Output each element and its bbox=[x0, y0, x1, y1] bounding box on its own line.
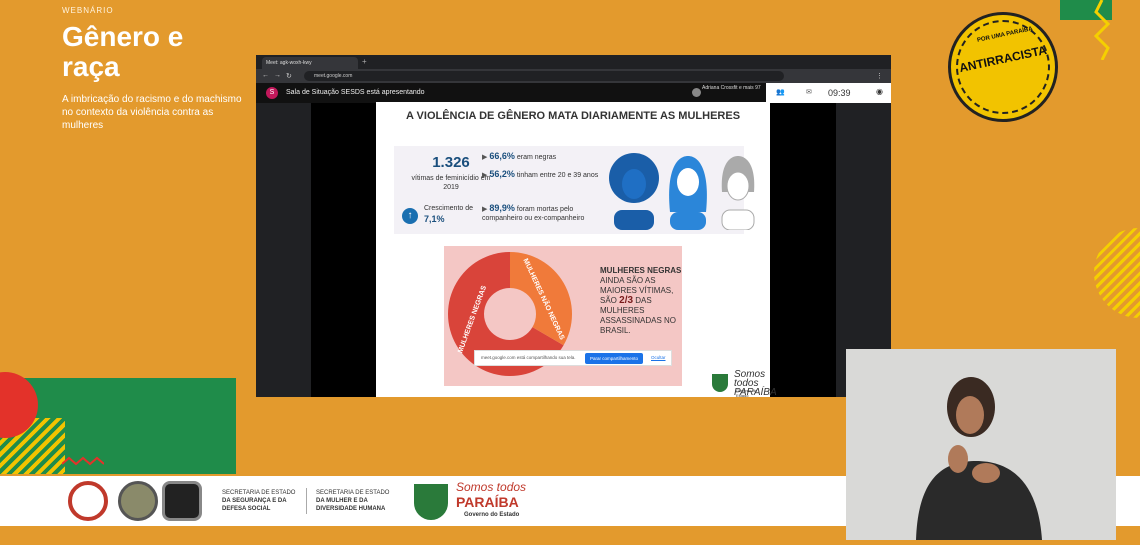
share-notice-text: meet.google.com está compartilhando sua … bbox=[481, 355, 576, 360]
screen-share-notice: meet.google.com está compartilhando sua … bbox=[474, 350, 672, 366]
civil-police-seal-icon bbox=[162, 481, 202, 521]
chart-caption-fraction: 2/3 bbox=[619, 295, 634, 306]
secretariat-security: SECRETARIA DE ESTADO DA SEGURANÇA E DA D… bbox=[222, 489, 295, 513]
browser-tab[interactable]: Meet: agk-woxh-kwy bbox=[262, 57, 358, 69]
stat-item: ▶ 89,9% foram mortas pelo companheiro ou … bbox=[482, 204, 612, 223]
tab-bar: Meet: agk-woxh-kwy + bbox=[256, 55, 891, 69]
woman-grey-icon bbox=[721, 156, 755, 230]
stat-value: 89,9% bbox=[489, 203, 515, 213]
stat-text: tinham entre 20 e 39 anos bbox=[516, 172, 599, 179]
state-crest-icon bbox=[414, 484, 448, 520]
meet-presenting-bar: S Sala de Situação SESDS está apresentan… bbox=[256, 83, 891, 103]
woman-long-hair-icon bbox=[669, 156, 707, 230]
secretariat-label: SECRETARIA DE ESTADO bbox=[316, 490, 390, 496]
menu-icon[interactable]: ⋮ bbox=[876, 72, 883, 80]
gov-name: PARAÍBA bbox=[456, 494, 519, 510]
chat-icon[interactable]: ✉ bbox=[806, 88, 812, 96]
secretariat-label: SECRETARIA DE ESTADO bbox=[222, 490, 296, 496]
event-category: WEBNÁRIO bbox=[62, 6, 114, 15]
participant-avatar bbox=[692, 88, 701, 97]
presentation-slide: A VIOLÊNCIA DE GÊNERO MATA DIARIAMENTE A… bbox=[376, 102, 777, 398]
gov-script: Somos todos bbox=[456, 480, 527, 494]
arrow-up-icon: ↑ bbox=[402, 208, 418, 224]
address-toolbar: ← → ↻ meet.google.com ⋮ bbox=[256, 69, 891, 83]
secretariat-name: DEFESA SOCIAL bbox=[222, 506, 271, 512]
avatar: S bbox=[266, 87, 278, 99]
secretariat-name: DA MULHER E DA bbox=[316, 498, 368, 504]
stat-value: 66,6% bbox=[489, 151, 515, 161]
chart-caption: MULHERES NEGRAS AINDA SÃO AS MAIORES VÍT… bbox=[600, 266, 682, 336]
stat-text: eram negras bbox=[516, 154, 557, 161]
hide-notice-link[interactable]: Ocultar bbox=[651, 355, 666, 360]
decor-yellow-zigzag bbox=[1093, 0, 1111, 60]
interpreter-figure bbox=[846, 349, 1116, 540]
call-timer: 09:39 bbox=[828, 88, 851, 98]
growth-label: Crescimento de bbox=[424, 205, 474, 212]
stop-sharing-button[interactable]: Parar compartilhamento bbox=[585, 353, 643, 364]
reload-icon[interactable]: ↻ bbox=[286, 72, 292, 80]
event-title: Gênero e raça bbox=[62, 21, 184, 82]
victims-count: 1.326 bbox=[432, 154, 470, 171]
divider bbox=[306, 488, 307, 514]
police-seal-icon bbox=[118, 481, 158, 521]
play-triangle-icon: ▶ bbox=[482, 172, 488, 179]
stat-value: 56,2% bbox=[489, 169, 515, 179]
stat-item: ▶ 56,2% tinham entre 20 e 39 anos bbox=[482, 170, 612, 180]
presenting-status: Sala de Situação SESDS está apresentando bbox=[286, 89, 425, 96]
chart-caption-highlight: MULHERES NEGRAS bbox=[600, 266, 682, 275]
play-triangle-icon: ▶ bbox=[482, 206, 488, 213]
stats-panel: 1.326 vítimas de feminicídio em 2019 ↑ C… bbox=[394, 146, 755, 234]
gov-sub: Governo do Estado bbox=[464, 512, 520, 518]
secretariat-women: SECRETARIA DE ESTADO DA MULHER E DA DIVE… bbox=[316, 489, 389, 513]
secretariat-name: DA SEGURANÇA E DA bbox=[222, 498, 287, 504]
meet-controls: 👥 ✉ 09:39 ◉ bbox=[766, 83, 891, 103]
decor-zigzag bbox=[62, 456, 104, 466]
stat-item: ▶ 66,6% eram negras bbox=[482, 152, 612, 162]
event-subtitle: A imbricação do racismo e do machismo no… bbox=[62, 94, 242, 131]
account-icon[interactable]: ◉ bbox=[876, 87, 883, 96]
participant-label: Adriana Crossfit e mais 97 bbox=[702, 85, 761, 91]
fire-department-seal-icon bbox=[68, 481, 108, 521]
back-icon[interactable]: ← bbox=[262, 72, 269, 79]
url-input[interactable]: meet.google.com bbox=[304, 71, 784, 81]
play-triangle-icon: ▶ bbox=[482, 154, 488, 161]
decor-yellow-stripes bbox=[1094, 228, 1140, 318]
forward-icon[interactable]: → bbox=[274, 72, 281, 79]
state-crest-icon bbox=[712, 374, 728, 392]
woman-afro-icon bbox=[609, 153, 659, 230]
growth-value: 7,1% bbox=[424, 214, 445, 224]
people-icon[interactable]: 👥 bbox=[776, 88, 785, 96]
secretariat-name: DIVERSIDADE HUMANA bbox=[316, 506, 386, 512]
growth-stat: Crescimento de 7,1% bbox=[424, 204, 473, 226]
new-tab-icon[interactable]: + bbox=[362, 57, 367, 66]
slide-title: A VIOLÊNCIA DE GÊNERO MATA DIARIAMENTE A… bbox=[405, 110, 741, 122]
slide-logo-sub: Governo do Estado bbox=[736, 388, 757, 398]
interpreter-video bbox=[846, 349, 1116, 540]
